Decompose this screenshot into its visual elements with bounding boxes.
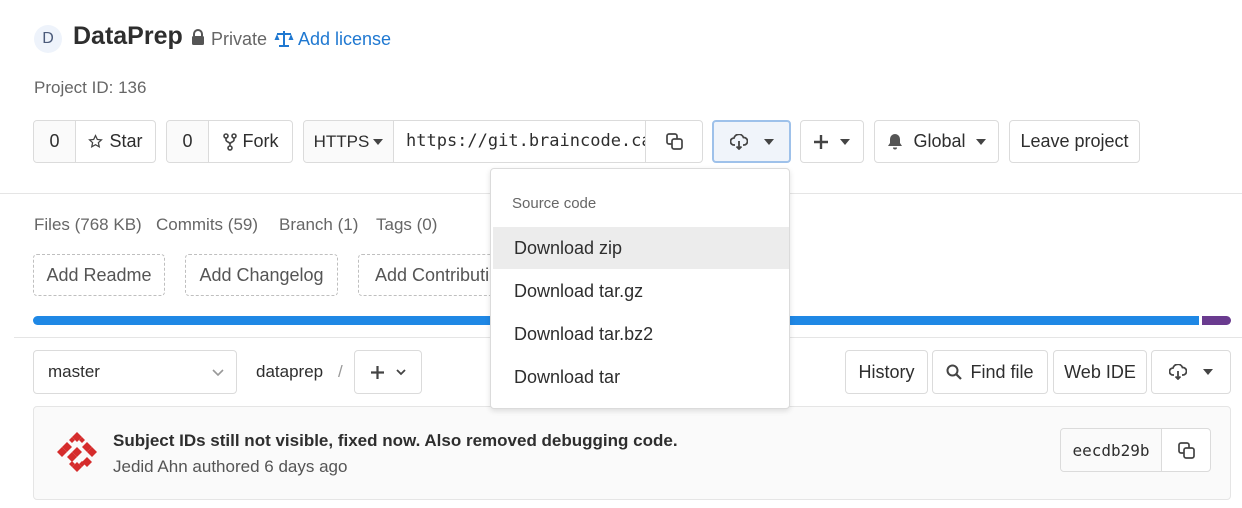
commit-sha[interactable]: eecdb29b (1061, 429, 1162, 471)
branch-stat[interactable]: Branch (1) (279, 215, 358, 235)
fork-count[interactable]: 0 (167, 121, 209, 162)
chevron-down-icon (763, 138, 774, 145)
commit-authored-label: authored (192, 457, 260, 476)
files-stat[interactable]: Files (768 KB) (34, 215, 142, 235)
find-file-button[interactable]: Find file (932, 350, 1048, 394)
language-segment-other[interactable] (1202, 316, 1231, 325)
project-title[interactable]: DataPrep (73, 22, 183, 51)
search-icon (946, 364, 963, 380)
notification-dropdown[interactable]: Global (874, 120, 999, 163)
bell-icon (887, 133, 903, 150)
cloud-download-icon (729, 133, 748, 150)
star-group: 0 Star (33, 120, 156, 163)
fork-icon (222, 132, 237, 151)
web-ide-button[interactable]: Web IDE (1053, 350, 1147, 394)
add-to-tree-dropdown[interactable] (354, 350, 422, 394)
copy-sha-button[interactable] (1162, 429, 1210, 471)
commit-time: 6 days ago (264, 457, 348, 476)
caret-down-icon (373, 138, 384, 145)
star-icon (88, 134, 104, 149)
fork-label: Fork (242, 131, 279, 151)
breadcrumb-separator: / (338, 362, 343, 381)
download-tar-item[interactable]: Download tar (493, 356, 789, 398)
dropdown-header: Source code (512, 195, 597, 212)
lock-icon (191, 29, 205, 46)
download-tarbz2-item[interactable]: Download tar.bz2 (493, 313, 789, 355)
commits-stat[interactable]: Commits (59) (156, 215, 258, 235)
author-avatar[interactable] (56, 431, 98, 473)
branch-select[interactable]: master (33, 350, 237, 394)
protocol-dropdown[interactable]: HTTPS (304, 121, 394, 162)
add-license-link[interactable]: Add license (298, 29, 391, 50)
visibility-label: Private (211, 29, 268, 49)
history-button[interactable]: History (845, 350, 928, 394)
commit-meta: Jedid Ahn authored 6 days ago (113, 457, 347, 477)
copy-icon (1177, 441, 1195, 459)
branch-label: master (48, 362, 100, 381)
project-id: Project ID: 136 (34, 78, 147, 97)
chevron-down-icon (975, 138, 986, 145)
new-item-dropdown[interactable] (800, 120, 864, 163)
commit-sha-group: eecdb29b (1060, 428, 1211, 472)
download-dropdown-toggle[interactable] (712, 120, 791, 163)
star-count[interactable]: 0 (34, 121, 76, 162)
scale-icon (274, 30, 294, 47)
fork-group: 0 Fork (166, 120, 293, 163)
protocol-label: HTTPS (313, 131, 370, 151)
download-dropdown-menu: Source code Download zip Download tar.gz… (490, 168, 790, 409)
add-changelog-button[interactable]: Add Changelog (185, 254, 338, 296)
fork-button[interactable]: Fork (209, 121, 292, 162)
star-button[interactable]: Star (76, 121, 155, 162)
chevron-down-icon (212, 368, 224, 376)
tree-download-dropdown[interactable] (1151, 350, 1231, 394)
breadcrumb-root[interactable]: dataprep (256, 362, 323, 382)
chevron-down-icon (840, 138, 850, 145)
project-avatar: D (34, 25, 62, 53)
plus-icon (370, 365, 384, 379)
chevron-down-icon (1203, 369, 1213, 375)
clone-url-input[interactable]: https://git.braincode.ca (394, 121, 645, 162)
commit-title[interactable]: Subject IDs still not visible, fixed now… (113, 431, 678, 451)
clone-group: HTTPS https://git.braincode.ca (303, 120, 703, 163)
download-zip-item[interactable]: Download zip (493, 227, 789, 269)
notification-label: Global (913, 131, 966, 151)
copy-url-button[interactable] (645, 121, 702, 162)
download-targz-item[interactable]: Download tar.gz (493, 270, 789, 312)
add-readme-button[interactable]: Add Readme (33, 254, 165, 296)
commit-author[interactable]: Jedid Ahn (113, 457, 188, 476)
last-commit-panel: Subject IDs still not visible, fixed now… (33, 406, 1231, 500)
find-file-label: Find file (970, 361, 1034, 382)
plus-icon (814, 134, 828, 149)
cloud-download-icon (1169, 364, 1187, 380)
star-label: Star (109, 131, 143, 151)
chevron-down-icon (395, 368, 406, 376)
tags-stat[interactable]: Tags (0) (376, 215, 437, 235)
leave-project-button[interactable]: Leave project (1009, 120, 1140, 163)
copy-icon (665, 133, 683, 150)
